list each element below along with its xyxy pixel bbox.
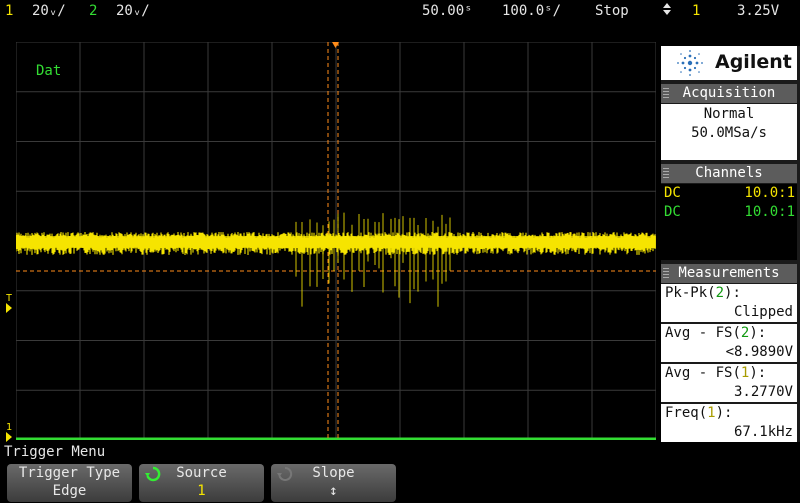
measurement-label: Avg - FS(1): <box>665 365 767 381</box>
source-softkey[interactable]: Source 1 <box>139 464 264 502</box>
brand-logo: Agilent <box>661 46 797 80</box>
channels-header[interactable]: Channels <box>661 164 797 183</box>
channel2-row[interactable]: DC 10.0:1 <box>661 203 797 222</box>
channel1-probe: 10.0:1 <box>744 185 795 201</box>
channel2-scale: 20ᵥ/ <box>116 3 150 19</box>
grip-icon <box>663 88 669 99</box>
trigger-level-marker: T <box>6 294 12 315</box>
trigger-arrow-icon <box>6 303 12 313</box>
acquisition-box: Normal 50.0MSa/s <box>661 104 797 160</box>
grip-icon <box>663 168 669 179</box>
trigger-source: 1 <box>692 3 701 19</box>
measurement-freq: Freq(1): 67.1kHz <box>661 404 797 442</box>
acquisition-header[interactable]: Acquisition <box>661 84 797 103</box>
waveform-display[interactable] <box>16 42 656 440</box>
display-label: Dat <box>36 63 62 79</box>
channels-title: Channels <box>695 165 763 181</box>
slope-softkey[interactable]: Slope ↕ <box>271 464 396 502</box>
entry-knob-icon <box>145 466 161 488</box>
agilent-spark-icon <box>677 50 703 76</box>
channel2-probe: 10.0:1 <box>744 204 795 220</box>
acquisition-rate: 50.0MSa/s <box>691 125 767 141</box>
channel1-spikes <box>295 212 451 307</box>
measurement-label: Avg - FS(2): <box>665 325 767 341</box>
channel1-row[interactable]: DC 10.0:1 <box>661 184 797 203</box>
channel1-number: 1 <box>5 3 14 19</box>
softkey-label: Trigger Type <box>18 465 121 481</box>
measurement-avg-fs-1: Avg - FS(1): 3.2770V <box>661 364 797 402</box>
time-delay: 50.00ˢ <box>422 3 473 19</box>
ground-arrow-icon <box>6 432 12 442</box>
trigger-level: 3.25V <box>737 3 780 19</box>
acquisition-title: Acquisition <box>682 85 776 101</box>
channel1-coupling: DC <box>664 185 681 201</box>
channel1-scale: 20ᵥ/ <box>32 3 66 19</box>
measurements-header[interactable]: Measurements <box>661 264 797 283</box>
measurement-value: Clipped <box>733 304 793 320</box>
measurement-avg-fs-2: Avg - FS(2): <8.9890V <box>661 324 797 362</box>
measurement-value: 67.1kHz <box>733 424 793 440</box>
acquisition-mode: Normal <box>703 106 755 122</box>
measurement-label: Freq(1): <box>665 405 733 421</box>
brand-name: Agilent <box>715 51 792 73</box>
entry-knob-icon <box>277 466 293 488</box>
measurement-label: Pk-Pk(2): <box>665 285 741 301</box>
channels-box: DC 10.0:1 DC 10.0:1 <box>661 184 797 260</box>
time-scale: 100.0ˢ/ <box>502 3 562 19</box>
measurement-pkpk: Pk-Pk(2): Clipped <box>661 284 797 322</box>
trigger-type-softkey[interactable]: Trigger Type Edge <box>7 464 132 502</box>
ground-marker: 1 <box>6 423 12 444</box>
channel2-coupling: DC <box>664 204 681 220</box>
measurement-value: 3.2770V <box>733 384 793 400</box>
menu-title: Trigger Menu <box>4 444 106 460</box>
softkey-value: Edge <box>52 483 87 499</box>
measurements-title: Measurements <box>678 265 780 281</box>
waveform-graticule <box>16 42 656 440</box>
trigger-edge-icon <box>662 2 672 21</box>
run-state: Stop <box>595 3 629 19</box>
channel1-trace-band <box>16 236 656 248</box>
channel2-number: 2 <box>89 3 98 19</box>
grip-icon <box>663 268 669 279</box>
measurement-value: <8.9890V <box>725 344 793 360</box>
top-status-bar: 1 20ᵥ/ 2 20ᵥ/ 50.00ˢ 100.0ˢ/ Stop 1 3.25… <box>0 0 800 22</box>
